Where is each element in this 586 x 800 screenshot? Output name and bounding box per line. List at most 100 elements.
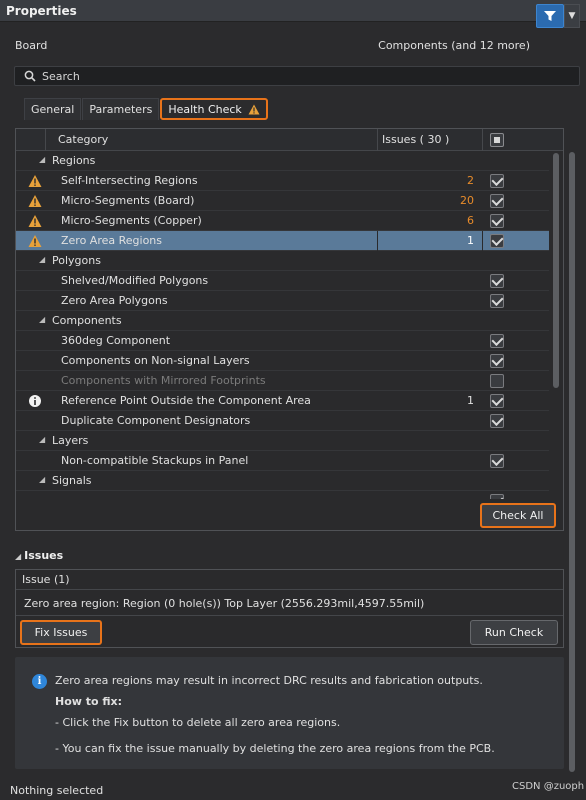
expand-caret-icon[interactable]: ◢: [39, 435, 45, 444]
expand-caret-icon[interactable]: ◢: [39, 475, 45, 484]
row-checkbox[interactable]: [490, 354, 504, 368]
title-bar: Properties ▾ ⊥ ✕: [0, 0, 586, 22]
table-group-row[interactable]: ◢ Layers: [16, 431, 549, 451]
panel-scrollbar-thumb[interactable]: [569, 152, 575, 772]
issue-count: 1: [467, 234, 474, 247]
info-icon: i: [32, 674, 47, 689]
info-description: Zero area regions may result in incorrec…: [55, 674, 483, 687]
row-checkbox[interactable]: [490, 494, 504, 499]
table-row[interactable]: Zero Area Polygons: [16, 291, 549, 311]
issue-count: 20: [460, 194, 474, 207]
search-icon: [24, 70, 36, 82]
filter-button[interactable]: [536, 4, 564, 28]
tab-health-check[interactable]: Health Check: [160, 98, 268, 120]
tab-general[interactable]: General: [24, 98, 82, 120]
scrollbar-thumb[interactable]: [553, 153, 559, 388]
group-label: Signals: [52, 474, 92, 487]
issue-count: 2: [467, 174, 474, 187]
category-label: Components on Non-signal Layers: [61, 354, 250, 367]
issues-list-header: Issue (1): [16, 570, 563, 590]
tab-label: General: [31, 103, 75, 116]
table-row[interactable]: 360deg Component: [16, 331, 549, 351]
category-label: Shelved/Modified Polygons: [61, 274, 209, 287]
table-row[interactable]: Self-Intersecting Regions 2: [16, 171, 549, 191]
expand-caret-icon[interactable]: ◢: [39, 315, 45, 324]
components-filter-label[interactable]: Components (and 12 more): [378, 39, 530, 52]
issues-section-header[interactable]: ◢ Issues: [15, 549, 63, 562]
row-checkbox[interactable]: [490, 194, 504, 208]
row-checkbox[interactable]: [490, 274, 504, 288]
info-icon: [29, 395, 41, 407]
column-header-category[interactable]: Category: [58, 133, 108, 146]
warning-icon: [28, 195, 42, 207]
row-checkbox[interactable]: [490, 174, 504, 188]
category-label: Self-Intersecting Regions: [61, 174, 198, 187]
collapse-caret-icon: ◢: [15, 552, 22, 561]
table-row[interactable]: Reference Point Outside the Component Ar…: [16, 391, 549, 411]
category-label: Duplicate Component Designators: [61, 414, 251, 427]
info-how-to-heading: How to fix:: [55, 695, 123, 708]
table-row[interactable]: Micro-Segments (Copper) 6: [16, 211, 549, 231]
expand-caret-icon[interactable]: ◢: [39, 155, 45, 164]
category-label: Non-compatible Stackups in Panel: [61, 454, 249, 467]
issue-count: 6: [467, 214, 474, 227]
group-label: Layers: [52, 434, 89, 447]
table-row[interactable]: Components on Non-signal Layers: [16, 351, 549, 371]
tab-label: Parameters: [89, 103, 153, 116]
tab-label: Health Check: [168, 102, 242, 116]
check-all-button[interactable]: Check All: [480, 503, 556, 528]
table-group-row[interactable]: ◢ Components: [16, 311, 549, 331]
table-group-row[interactable]: ◢ Signals: [16, 471, 549, 491]
issue-count: 1: [467, 394, 474, 407]
table-row[interactable]: Components with Mirrored Footprints: [16, 371, 549, 391]
filter-dropdown-button[interactable]: ▼: [564, 4, 580, 28]
info-panel: i Zero area regions may result in incorr…: [15, 657, 564, 769]
row-checkbox[interactable]: [490, 214, 504, 228]
category-label: Micro-Segments (Copper): [61, 214, 202, 227]
search-input[interactable]: [42, 69, 542, 83]
table-row[interactable]: Micro-Segments (Board) 20: [16, 191, 549, 211]
run-check-button[interactable]: Run Check: [470, 620, 558, 645]
status-bar-text: Nothing selected: [10, 784, 104, 797]
category-label: Zero Area Polygons: [61, 294, 168, 307]
row-checkbox[interactable]: [490, 414, 504, 428]
category-label: Micro-Segments (Board): [61, 194, 195, 207]
panel-scrollbar[interactable]: [566, 128, 578, 778]
fix-issues-button[interactable]: Fix Issues: [20, 620, 102, 645]
health-check-table: Category Issues ( 30 ) ◢ Regions Self-Inte…: [15, 128, 564, 531]
expand-caret-icon[interactable]: ◢: [39, 255, 45, 264]
group-label: Polygons: [52, 254, 101, 267]
row-checkbox[interactable]: [490, 394, 504, 408]
row-checkbox[interactable]: [490, 374, 504, 388]
table-row[interactable]: [16, 491, 549, 499]
group-label: Components: [52, 314, 122, 327]
table-row[interactable]: Zero Area Regions 1: [16, 231, 549, 251]
row-checkbox[interactable]: [490, 294, 504, 308]
tab-bar: General Parameters Health Check: [24, 98, 269, 120]
table-group-row[interactable]: ◢ Polygons: [16, 251, 549, 271]
watermark: CSDN @zuoph: [512, 781, 585, 792]
tab-parameters[interactable]: Parameters: [82, 98, 160, 120]
row-checkbox[interactable]: [490, 454, 504, 468]
row-checkbox[interactable]: [490, 234, 504, 248]
table-scrollbar[interactable]: [550, 151, 562, 499]
chevron-down-icon: ▼: [568, 11, 576, 21]
search-box[interactable]: [14, 66, 580, 86]
select-all-checkbox[interactable]: [490, 133, 504, 147]
table-row[interactable]: Shelved/Modified Polygons: [16, 271, 549, 291]
table-row[interactable]: Duplicate Component Designators: [16, 411, 549, 431]
category-label: Components with Mirrored Footprints: [61, 374, 266, 387]
group-label: Regions: [52, 154, 96, 167]
issues-heading: Issues: [24, 549, 64, 562]
row-checkbox[interactable]: [490, 334, 504, 348]
info-step-1: - Click the Fix button to delete all zer…: [55, 716, 341, 729]
issue-row[interactable]: Zero area region: Region (0 hole(s)) Top…: [16, 590, 563, 616]
window-title: Properties: [6, 3, 77, 18]
filter-icon: [544, 11, 556, 21]
table-group-row[interactable]: ◢ Regions: [16, 151, 549, 171]
column-header-issues[interactable]: Issues ( 30 ): [382, 133, 449, 146]
warning-icon: [28, 235, 42, 247]
info-step-2: - You can fix the issue manually by dele…: [55, 742, 495, 755]
board-label: Board: [15, 38, 48, 52]
table-row[interactable]: Non-compatible Stackups in Panel: [16, 451, 549, 471]
